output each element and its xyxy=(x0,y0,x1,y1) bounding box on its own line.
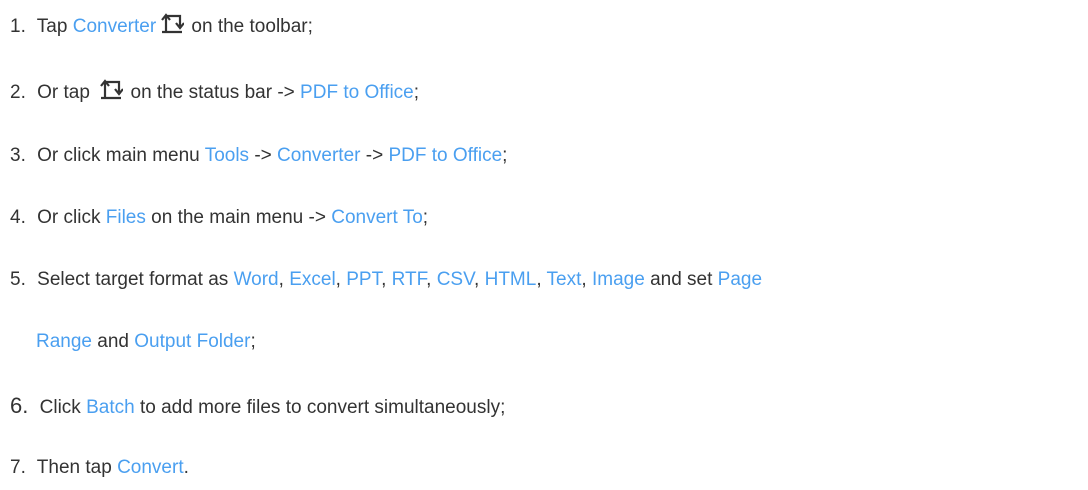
step-number: 1. xyxy=(10,16,26,37)
step-6: 6. Click Batch to add more files to conv… xyxy=(10,394,505,420)
punctuation: ; xyxy=(250,331,256,352)
format-excel-link[interactable]: Excel xyxy=(289,269,335,290)
format-text-link[interactable]: Text xyxy=(547,269,582,290)
comma: , xyxy=(581,269,587,290)
step-text: and xyxy=(97,331,129,352)
arrow-text: -> xyxy=(254,145,272,166)
format-ppt-link[interactable]: PPT xyxy=(346,269,381,290)
step-3: 3. Or click main menu Tools -> Converter… xyxy=(10,144,507,168)
punctuation: ; xyxy=(502,145,508,166)
step-text: Tap xyxy=(36,16,68,37)
comma: , xyxy=(335,269,341,290)
step-1: 1. Tap Converter on the toolbar; xyxy=(10,12,313,39)
format-rtf-link[interactable]: RTF xyxy=(392,269,426,290)
punctuation: . xyxy=(183,457,189,478)
step-number: 4. xyxy=(10,207,26,228)
convert-link[interactable]: Convert xyxy=(117,457,184,478)
step-text: on the toolbar; xyxy=(191,16,313,37)
output-folder-link[interactable]: Output Folder xyxy=(134,331,250,352)
comma: , xyxy=(278,269,284,290)
step-text: Then tap xyxy=(36,457,112,478)
instructions-list: 1. Tap Converter on the toolbar; 2. Or t… xyxy=(0,0,1088,490)
batch-link[interactable]: Batch xyxy=(86,397,135,418)
step-text: Click xyxy=(39,397,81,418)
pdf-to-office-link[interactable]: PDF to Office xyxy=(388,145,502,166)
step-text: to add more files to convert simultaneou… xyxy=(139,397,506,418)
format-html-link[interactable]: HTML xyxy=(485,269,537,290)
converter-link[interactable]: Converter xyxy=(277,145,360,166)
step-text: Or click xyxy=(37,207,101,228)
punctuation: ; xyxy=(422,207,429,228)
converter-icon[interactable] xyxy=(160,12,185,34)
step-5-continued: Range and Output Folder; xyxy=(36,330,256,354)
comma: , xyxy=(536,269,542,290)
step-5: 5. Select target format as Word, Excel, … xyxy=(10,268,762,292)
step-number: 5. xyxy=(10,269,26,290)
step-text: on the status bar -> xyxy=(130,82,295,103)
punctuation: ; xyxy=(413,82,420,103)
step-number: 7. xyxy=(10,457,26,478)
convert-to-link[interactable]: Convert To xyxy=(331,207,423,228)
comma: , xyxy=(426,269,432,290)
step-number: 3. xyxy=(10,145,26,166)
tools-menu-link[interactable]: Tools xyxy=(205,145,249,166)
format-csv-link[interactable]: CSV xyxy=(437,269,474,290)
comma: , xyxy=(381,269,387,290)
step-text: and set xyxy=(650,269,713,290)
step-text: Or tap xyxy=(37,82,90,103)
step-7: 7. Then tap Convert. xyxy=(10,456,189,480)
arrow-text: -> xyxy=(365,145,384,166)
pdf-to-office-link[interactable]: PDF to Office xyxy=(300,82,414,103)
step-4: 4. Or click Files on the main menu -> Co… xyxy=(10,206,428,230)
converter-link[interactable]: Converter xyxy=(73,16,156,37)
step-2: 2. Or tap on the status bar -> PDF to Of… xyxy=(10,78,419,105)
comma: , xyxy=(474,269,480,290)
step-text: Or click main menu xyxy=(37,145,200,166)
step-number: 6. xyxy=(10,393,29,418)
step-text: on the main menu -> xyxy=(151,207,326,228)
page-range-link[interactable]: Page xyxy=(718,269,762,290)
format-word-link[interactable]: Word xyxy=(234,269,279,290)
format-image-link[interactable]: Image xyxy=(592,269,645,290)
converter-icon[interactable] xyxy=(99,78,124,100)
files-menu-link[interactable]: Files xyxy=(106,207,146,228)
step-number: 2. xyxy=(10,82,26,103)
step-text: Select target format as xyxy=(37,269,229,290)
page-range-link[interactable]: Range xyxy=(36,331,92,352)
